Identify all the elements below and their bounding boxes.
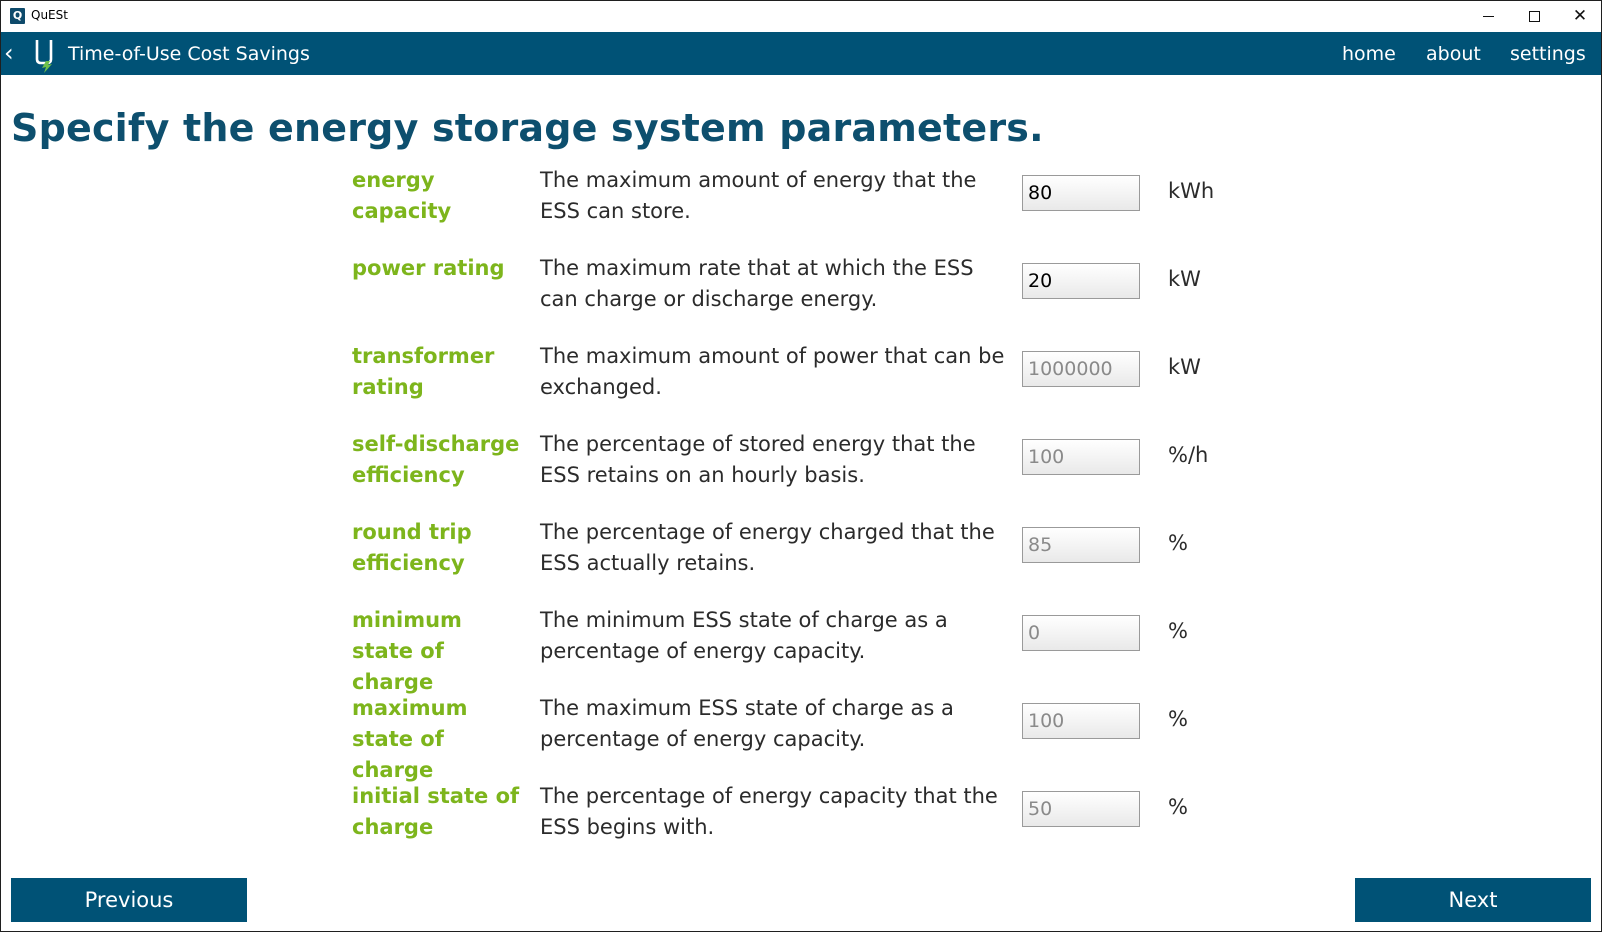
next-button[interactable]: Next bbox=[1355, 878, 1591, 922]
param-description: The maximum amount of power that can be … bbox=[540, 344, 1005, 399]
param-description: The maximum ESS state of charge as a per… bbox=[540, 696, 954, 751]
param-description: The percentage of energy capacity that t… bbox=[540, 784, 998, 839]
maximize-icon bbox=[1528, 10, 1540, 22]
nav-bar: ‹ Time-of-Use Cost Savings home about se… bbox=[1, 32, 1601, 75]
param-unit: % bbox=[1168, 531, 1188, 555]
nav-home-link[interactable]: home bbox=[1342, 43, 1396, 65]
nav-settings-link[interactable]: settings bbox=[1510, 43, 1586, 65]
param-row-maximum-state-of-charge: maximum state of charge The maximum ESS … bbox=[352, 693, 1252, 782]
app-window: Q QuESt ✕ ‹ Time-of-Use Cost Savings hom… bbox=[0, 0, 1602, 932]
back-button[interactable]: ‹ bbox=[4, 38, 14, 68]
page-nav-title: Time-of-Use Cost Savings bbox=[68, 43, 310, 65]
minimize-icon bbox=[1482, 15, 1494, 17]
param-description: The maximum rate that at which the ESS c… bbox=[540, 256, 974, 311]
param-label: initial state of charge bbox=[352, 784, 520, 839]
param-unit: kW bbox=[1168, 267, 1201, 291]
param-row-transformer-rating: transformer rating The maximum amount of… bbox=[352, 341, 1252, 429]
self-discharge-efficiency-input bbox=[1022, 439, 1140, 475]
chevron-left-icon: ‹ bbox=[4, 39, 14, 67]
maximize-button[interactable] bbox=[1511, 1, 1557, 31]
param-row-round-trip-efficiency: round trip efficiency The percentage of … bbox=[352, 517, 1252, 605]
quest-logo-icon bbox=[35, 40, 53, 73]
param-label: round trip efficiency bbox=[352, 520, 472, 575]
maximum-state-of-charge-input bbox=[1022, 703, 1140, 739]
minimum-state-of-charge-input bbox=[1022, 615, 1140, 651]
param-row-energy-capacity: energy capacity The maximum amount of en… bbox=[352, 165, 1252, 253]
param-label: energy capacity bbox=[352, 168, 452, 223]
param-row-self-discharge-efficiency: self-discharge efficiency The percentage… bbox=[352, 429, 1252, 517]
energy-capacity-input[interactable] bbox=[1022, 175, 1140, 211]
param-row-minimum-state-of-charge: minimum state of charge The minimum ESS … bbox=[352, 605, 1252, 694]
power-rating-input[interactable] bbox=[1022, 263, 1140, 299]
param-unit: kWh bbox=[1168, 179, 1215, 203]
close-button[interactable]: ✕ bbox=[1557, 1, 1601, 31]
initial-state-of-charge-input bbox=[1022, 791, 1140, 827]
param-unit: % bbox=[1168, 795, 1188, 819]
param-description: The percentage of energy charged that th… bbox=[540, 520, 995, 575]
minimize-button[interactable] bbox=[1465, 1, 1511, 31]
round-trip-efficiency-input bbox=[1022, 527, 1140, 563]
transformer-rating-input bbox=[1022, 351, 1140, 387]
title-bar: Q QuESt ✕ bbox=[1, 1, 1601, 31]
app-icon: Q bbox=[10, 8, 25, 24]
param-row-initial-state-of-charge: initial state of charge The percentage o… bbox=[352, 781, 1252, 869]
param-description: The minimum ESS state of charge as a per… bbox=[540, 608, 948, 663]
nav-about-link[interactable]: about bbox=[1426, 43, 1481, 65]
previous-button[interactable]: Previous bbox=[11, 878, 247, 922]
page-title: Specify the energy storage system parame… bbox=[11, 106, 1044, 150]
param-label: transformer rating bbox=[352, 344, 495, 399]
param-label: power rating bbox=[352, 256, 505, 280]
param-row-power-rating: power rating The maximum rate that at wh… bbox=[352, 253, 1252, 341]
param-description: The maximum amount of energy that the ES… bbox=[540, 168, 977, 223]
param-label: minimum state of charge bbox=[352, 608, 462, 694]
param-unit: %/h bbox=[1168, 443, 1209, 467]
param-unit: kW bbox=[1168, 355, 1201, 379]
param-label: self-discharge efficiency bbox=[352, 432, 520, 487]
window-title: QuESt bbox=[31, 8, 68, 22]
param-label: maximum state of charge bbox=[352, 696, 468, 782]
param-unit: % bbox=[1168, 707, 1188, 731]
param-unit: % bbox=[1168, 619, 1188, 643]
param-description: The percentage of stored energy that the… bbox=[540, 432, 976, 487]
close-icon: ✕ bbox=[1572, 6, 1588, 26]
